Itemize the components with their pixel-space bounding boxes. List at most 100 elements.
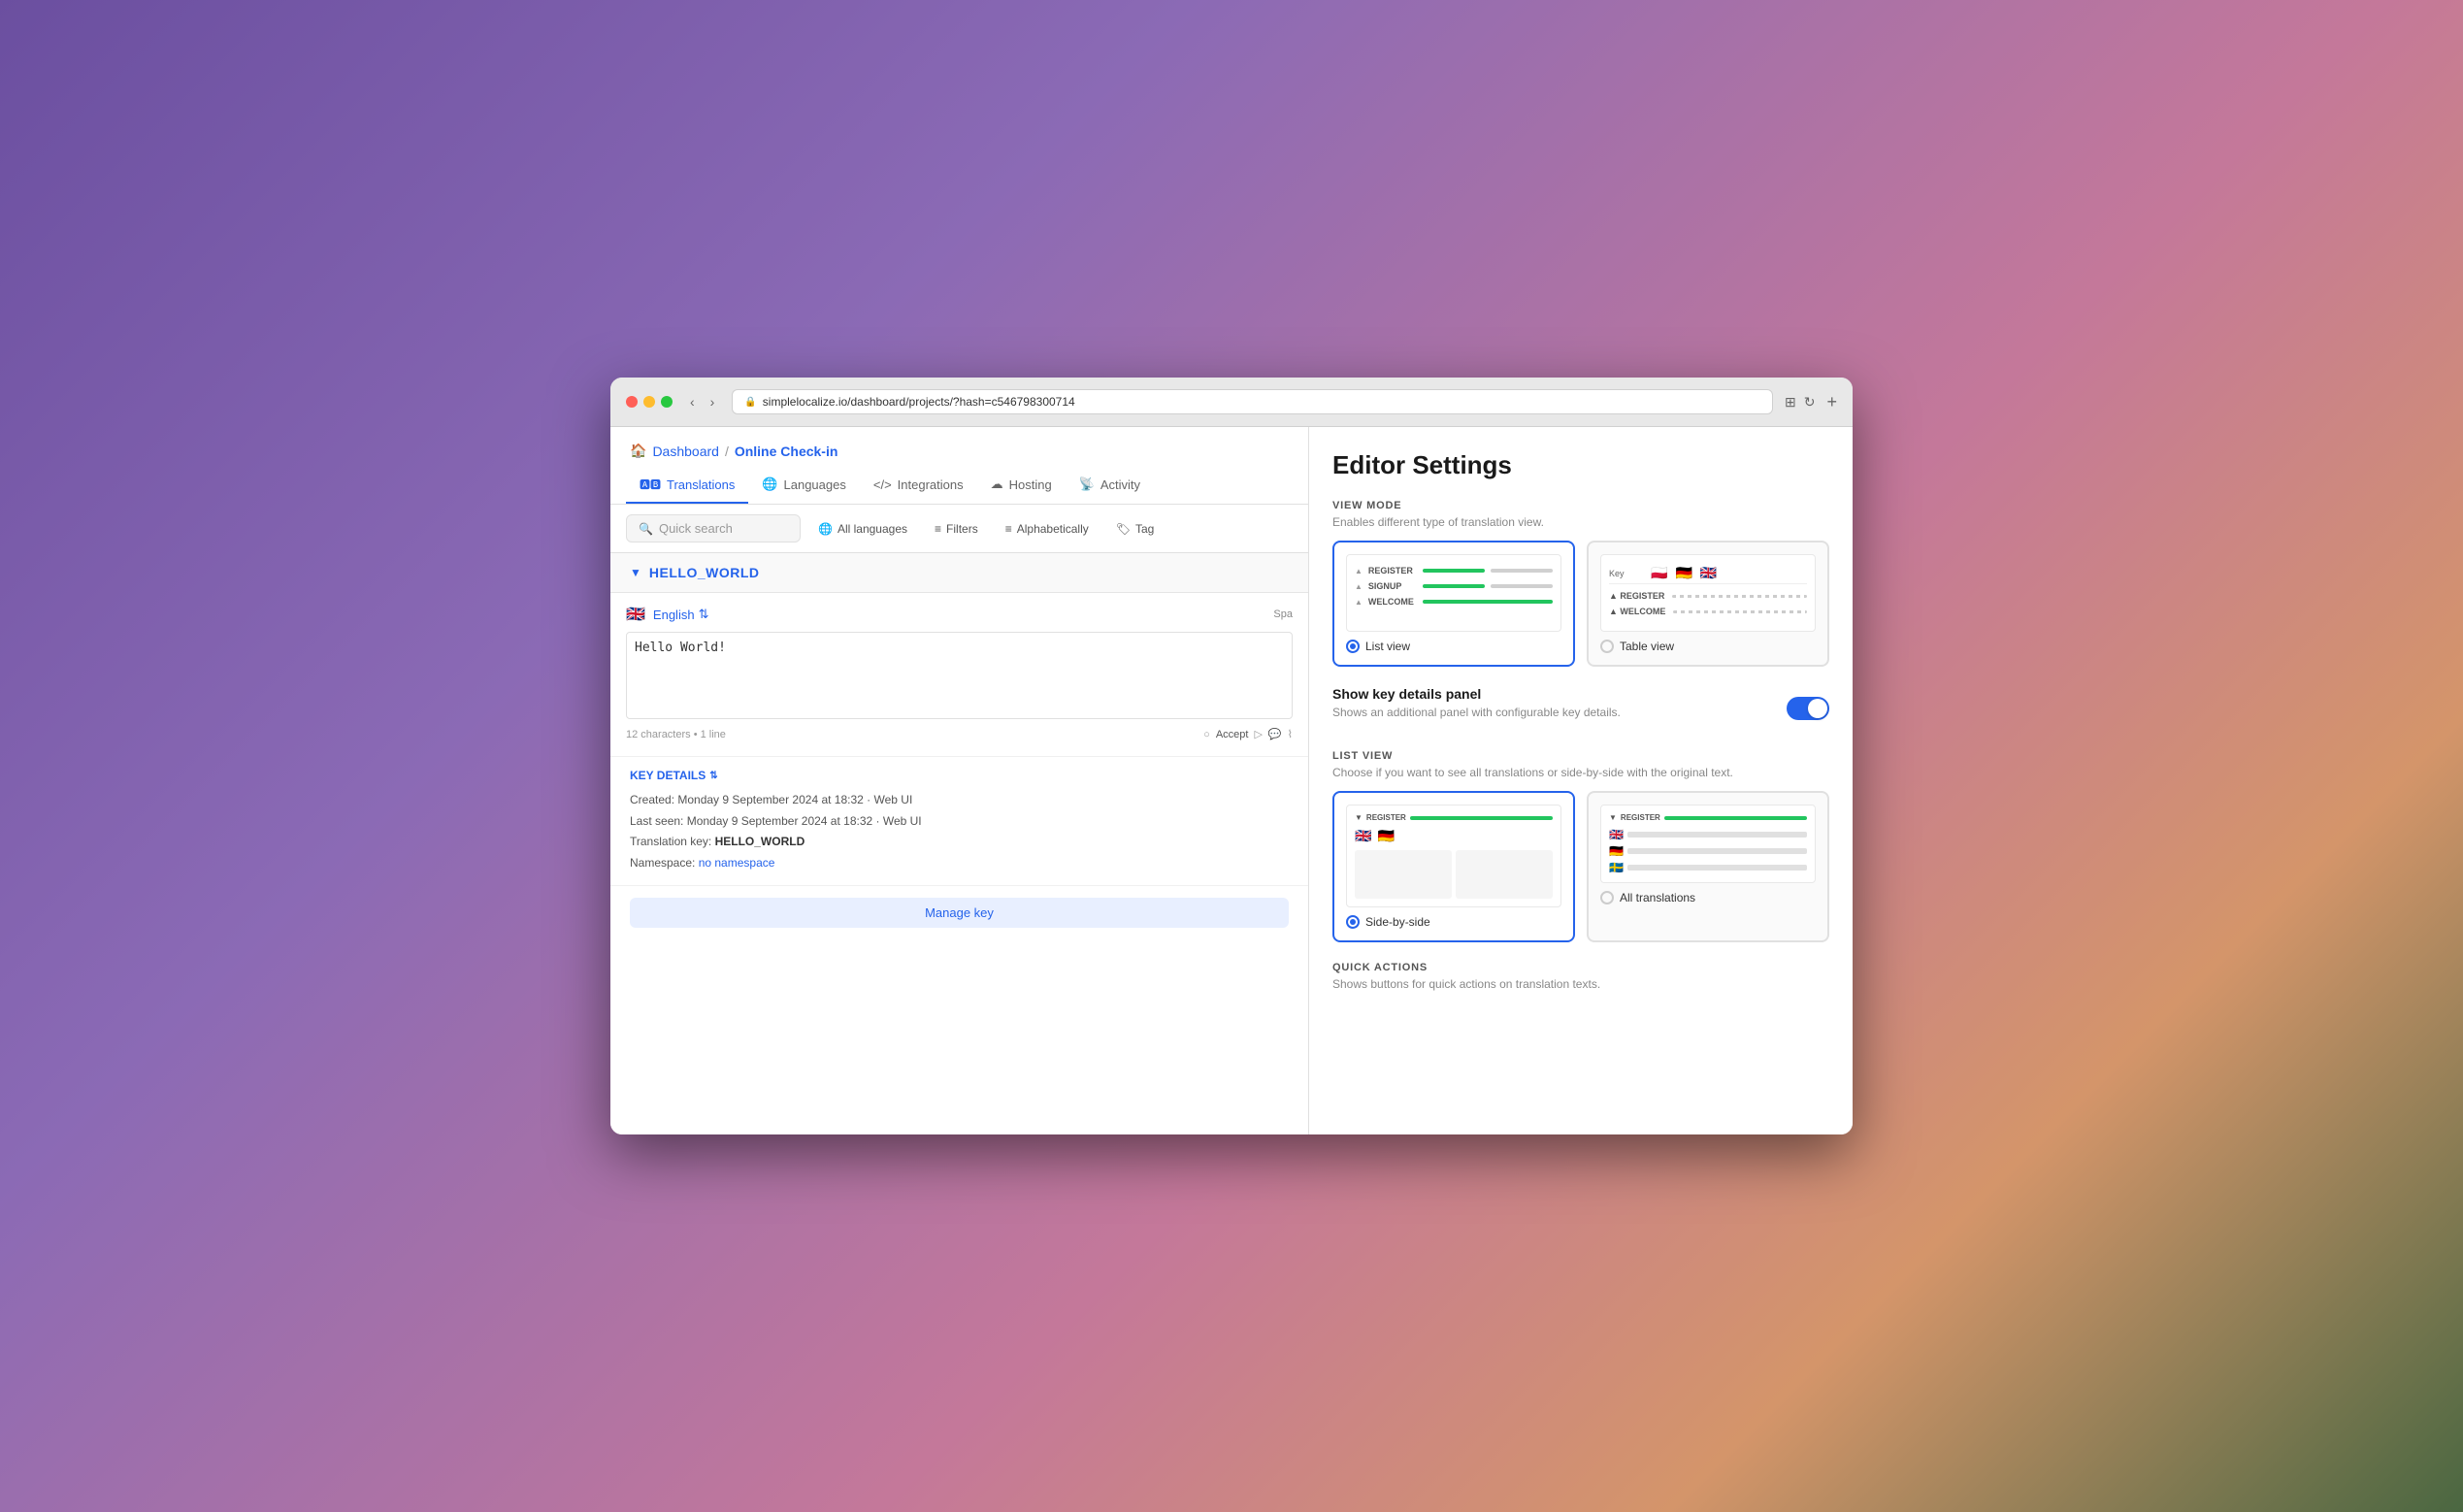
all-translations-radio[interactable] [1600, 891, 1614, 904]
key-detail-translation-key: Translation key: HELLO_WORLD [630, 832, 1289, 853]
breadcrumb-home[interactable]: Dashboard [652, 444, 719, 459]
chevron-down-icon[interactable]: ▼ [630, 566, 641, 579]
list-view-label: List view [1346, 640, 1561, 653]
sort-icon-small: ⇅ [709, 771, 717, 781]
side-by-side-label: Side-by-side [1346, 915, 1561, 929]
view-mode-desc: Enables different type of translation vi… [1332, 515, 1829, 529]
table-view-radio[interactable] [1600, 640, 1614, 653]
translation-textarea[interactable]: Hello World! [626, 632, 1293, 719]
search-box[interactable]: 🔍 Quick search [626, 514, 801, 542]
globe-icon: 🌐 [762, 477, 777, 492]
tags-label: Tag [1135, 522, 1154, 536]
browser-chrome: ‹ › 🔒 simplelocalize.io/dashboard/projec… [610, 378, 1853, 427]
quick-actions-desc: Shows buttons for quick actions on trans… [1332, 977, 1829, 991]
view-options: ▲ REGISTER ▲ SIGNUP [1332, 541, 1829, 667]
key-detail-last-seen: Last seen: Monday 9 September 2024 at 18… [630, 811, 1289, 833]
editor-settings-panel: Editor Settings VIEW MODE Enables differ… [1309, 427, 1853, 1134]
key-details-toggle[interactable] [1787, 697, 1829, 720]
translate-icon[interactable]: ⊞ [1785, 394, 1796, 411]
ab-icon: 🅰🅱 [640, 477, 661, 492]
side-by-side-preview: ▼ REGISTER 🇬🇧 🇩🇪 [1346, 805, 1561, 907]
radio-icon: 📡 [1079, 477, 1095, 492]
toggle-row: Show key details panel Shows an addition… [1332, 686, 1829, 731]
back-button[interactable]: ‹ [684, 392, 701, 411]
forward-button[interactable]: › [705, 392, 721, 411]
search-placeholder: Quick search [659, 521, 733, 536]
manage-key-button[interactable]: Manage key [630, 898, 1289, 928]
tag-icon: 🏷 [1116, 522, 1131, 536]
filters-button[interactable]: ≡ Filters [925, 516, 988, 542]
tab-activity[interactable]: 📡 Activity [1066, 467, 1154, 504]
close-button[interactable] [626, 396, 638, 408]
left-panel: 🏠 Dashboard / Online Check-in 🅰🅱 Transla… [610, 427, 1309, 1134]
all-languages-label: All languages [837, 522, 907, 536]
traffic-lights [626, 396, 673, 408]
comment-icon[interactable]: 💬 [1268, 728, 1282, 740]
key-details-setting-title: Show key details panel [1332, 686, 1621, 702]
breadcrumb-current: Online Check-in [735, 444, 838, 459]
breadcrumb-sep: / [725, 444, 729, 459]
key-detail-namespace: Namespace: no namespace [630, 853, 1289, 874]
key-details-header: KEY DETAILS ⇅ [630, 769, 1289, 782]
nav-buttons: ‹ › [684, 392, 720, 411]
tab-activity-label: Activity [1100, 477, 1140, 492]
filter-icon: ≡ [935, 522, 941, 536]
preview-row-signup: ▲ SIGNUP [1355, 578, 1553, 594]
list-view-radio[interactable] [1346, 640, 1360, 653]
edit-icon[interactable]: ⌇ [1288, 728, 1293, 740]
accept-button[interactable]: Accept [1216, 729, 1249, 740]
side-by-side-option[interactable]: ▼ REGISTER 🇬🇧 🇩🇪 [1332, 791, 1575, 942]
sort-icon: ≡ [1005, 522, 1012, 536]
tab-languages[interactable]: 🌐 Languages [748, 467, 860, 504]
tags-button[interactable]: 🏷 Tag [1106, 516, 1165, 542]
english-flag: 🇬🇧 [626, 605, 645, 624]
translation-entry: 🇬🇧 English ⇅ Spa Hello World! 12 charact… [610, 593, 1308, 757]
list-view-preview: ▲ REGISTER ▲ SIGNUP [1346, 554, 1561, 632]
play-icon[interactable]: ▷ [1254, 728, 1262, 740]
refresh-icon[interactable]: ↻ [1804, 394, 1816, 411]
english-lang-name[interactable]: English ⇅ [653, 607, 709, 622]
side-by-side-radio[interactable] [1346, 915, 1360, 929]
fullscreen-button[interactable] [661, 396, 673, 408]
table-view-preview: Key 🇵🇱 🇩🇪 🇬🇧 ▲ REGISTER ▲ WELCOME [1600, 554, 1816, 632]
browser-window: ‹ › 🔒 simplelocalize.io/dashboard/projec… [610, 378, 1853, 1134]
table-view-option[interactable]: Key 🇵🇱 🇩🇪 🇬🇧 ▲ REGISTER ▲ WELCOME [1587, 541, 1829, 667]
view-mode-title: VIEW MODE [1332, 500, 1829, 511]
key-detail-created: Created: Monday 9 September 2024 at 18:3… [630, 790, 1289, 811]
tab-languages-label: Languages [784, 477, 846, 492]
key-details-label: KEY DETAILS [630, 769, 706, 782]
tab-translations[interactable]: 🅰🅱 Translations [626, 467, 748, 504]
preview-row-register: ▲ REGISTER [1355, 563, 1553, 578]
lang-header: 🇬🇧 English ⇅ Spa [626, 605, 1293, 624]
tab-translations-label: Translations [667, 477, 735, 492]
list-view-options: ▼ REGISTER 🇬🇧 🇩🇪 [1332, 791, 1829, 942]
search-icon: 🔍 [639, 522, 653, 536]
url-text: simplelocalize.io/dashboard/projects/?ha… [763, 395, 1075, 409]
key-details-setting-desc: Shows an additional panel with configura… [1332, 706, 1621, 719]
sort-chevron-icon: ⇅ [699, 607, 709, 622]
address-bar[interactable]: 🔒 simplelocalize.io/dashboard/projects/?… [732, 389, 1773, 414]
filters-label: Filters [946, 522, 978, 536]
tab-hosting-label: Hosting [1009, 477, 1052, 492]
alphabetically-button[interactable]: ≡ Alphabetically [996, 516, 1099, 542]
list-view-option[interactable]: ▲ REGISTER ▲ SIGNUP [1332, 541, 1575, 667]
accept-icon: ○ [1203, 729, 1210, 740]
tab-integrations-label: Integrations [898, 477, 964, 492]
all-languages-button[interactable]: 🌐 All languages [808, 516, 917, 542]
globe-small-icon: 🌐 [818, 522, 833, 536]
cloud-icon: ☁ [991, 477, 1003, 492]
breadcrumb: 🏠 Dashboard / Online Check-in [610, 427, 1308, 467]
list-view-section-title: LIST VIEW [1332, 750, 1829, 762]
tab-integrations[interactable]: </> Integrations [860, 467, 977, 504]
all-translations-preview: ▼ REGISTER 🇬🇧 [1600, 805, 1816, 883]
new-tab-button[interactable]: + [1826, 392, 1837, 412]
toolbar: 🔍 Quick search 🌐 All languages ≡ Filters… [610, 505, 1308, 553]
home-icon: 🏠 [630, 443, 646, 459]
minimize-button[interactable] [643, 396, 655, 408]
quick-actions-section: QUICK ACTIONS Shows buttons for quick ac… [1332, 962, 1829, 1003]
tab-hosting[interactable]: ☁ Hosting [977, 467, 1066, 504]
lock-icon: 🔒 [744, 397, 756, 408]
all-translations-option[interactable]: ▼ REGISTER 🇬🇧 [1587, 791, 1829, 942]
nav-tabs: 🅰🅱 Translations 🌐 Languages </> Integrat… [610, 467, 1308, 505]
spanish-lang-indicator: Spa [1273, 608, 1293, 620]
